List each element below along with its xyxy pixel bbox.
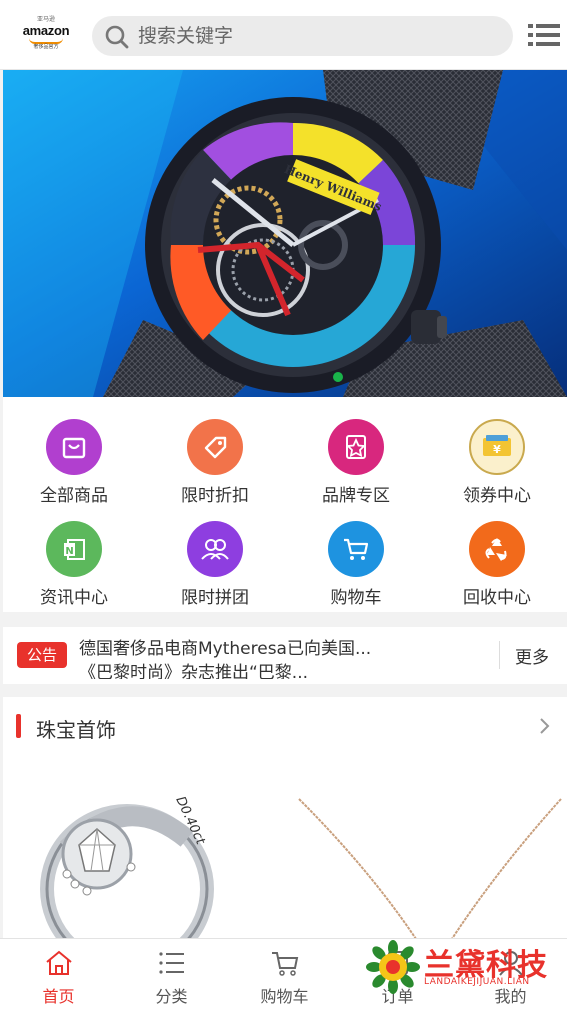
- category-grid: 全部商品 限时折扣 品牌专区 ¥ 领券中心 N 资讯中心 限时拼团 购物车 回收…: [3, 397, 567, 612]
- category-coupons[interactable]: ¥ 领券中心: [437, 419, 557, 511]
- logo-brand-text: amazon: [22, 23, 70, 38]
- category-label: 限时拼团: [181, 588, 249, 608]
- product-card-ring[interactable]: D0.40ct: [7, 759, 283, 959]
- search-bar[interactable]: [92, 16, 513, 56]
- list-icon: [158, 952, 184, 974]
- category-label: 资讯中心: [40, 588, 108, 608]
- category-label: 限时折扣: [181, 486, 249, 506]
- tab-label: 购物车: [260, 987, 309, 1006]
- tab-home[interactable]: 首页: [2, 949, 115, 1013]
- search-input[interactable]: [138, 22, 498, 50]
- home-icon: [45, 950, 72, 975]
- news-icon: N: [46, 521, 102, 577]
- section-accent-bar: [16, 714, 21, 738]
- recycle-icon: [469, 521, 525, 577]
- category-news[interactable]: N 资讯中心: [14, 521, 134, 613]
- announcement-more-link[interactable]: 更多: [515, 643, 549, 668]
- svg-text:N: N: [65, 546, 73, 557]
- category-all-products[interactable]: 全部商品: [14, 419, 134, 511]
- product-card-necklace[interactable]: [289, 759, 565, 959]
- necklace-image: [298, 798, 562, 959]
- announcement-line[interactable]: 《巴黎时尚》杂志推出“巴黎...: [79, 661, 479, 679]
- jewelry-section: 珠宝首饰 D0.40ct: [3, 697, 567, 959]
- app-page: 亚马逊 amazon 奢侈品官方 搜索关键字 Henry Williams 全部…: [0, 0, 567, 1018]
- menu-list-icon[interactable]: [528, 22, 560, 48]
- star-icon: [328, 419, 384, 475]
- tab-label: 分类: [155, 987, 188, 1006]
- watermark-subtitle: LANDAIKEJIJUAN.LIAN: [424, 977, 530, 987]
- category-label: 领券中心: [463, 486, 531, 506]
- category-label: 购物车: [330, 588, 382, 608]
- section-title: 珠宝首饰: [36, 718, 116, 742]
- category-label: 回收中心: [463, 588, 531, 608]
- shopping-bag-icon: [46, 419, 102, 475]
- category-discount[interactable]: 限时折扣: [155, 419, 275, 511]
- announcement-badge: 公告: [17, 642, 67, 668]
- category-group-buy[interactable]: 限时拼团: [155, 521, 275, 613]
- carousel-dot-active[interactable]: [333, 372, 343, 382]
- watermark-logo: 兰黛科技 LANDAIKEJIJUAN.LIAN: [366, 938, 562, 994]
- tab-cart[interactable]: 购物车: [228, 949, 341, 1013]
- tab-label: 首页: [42, 987, 75, 1006]
- tab-category[interactable]: 分类: [115, 949, 228, 1013]
- divider: [499, 641, 500, 669]
- coupon-icon: ¥: [469, 419, 525, 475]
- ring-image: D0.40ct: [40, 794, 214, 959]
- amazon-logo[interactable]: 亚马逊 amazon 奢侈品官方: [20, 16, 72, 52]
- category-label: 全部商品: [40, 486, 108, 506]
- category-cart[interactable]: 购物车: [296, 521, 416, 613]
- flower-emblem-icon: [366, 940, 420, 994]
- watch-image: Henry Williams: [3, 70, 567, 397]
- svg-text:¥: ¥: [493, 443, 501, 456]
- logo-sub-text: 奢侈品官方: [33, 44, 59, 50]
- category-brands[interactable]: 品牌专区: [296, 419, 416, 511]
- announcement-ticker[interactable]: 德国奢侈品电商Mytheresa已向美国... 《巴黎时尚》杂志推出“巴黎...: [79, 637, 479, 679]
- cart-icon: [271, 952, 298, 976]
- top-header: 亚马逊 amazon 奢侈品官方: [0, 0, 567, 70]
- category-recycle[interactable]: 回收中心: [437, 521, 557, 613]
- group-icon: [187, 521, 243, 577]
- price-tag-icon: [187, 419, 243, 475]
- search-icon: [105, 25, 129, 49]
- chevron-right-icon[interactable]: [539, 717, 551, 735]
- category-label: 品牌专区: [322, 486, 390, 506]
- announcement-line[interactable]: 德国奢侈品电商Mytheresa已向美国...: [79, 637, 479, 661]
- announcement-bar: 公告 德国奢侈品电商Mytheresa已向美国... 《巴黎时尚》杂志推出“巴黎…: [3, 627, 567, 684]
- cart-icon: [328, 521, 384, 577]
- promo-banner[interactable]: Henry Williams: [3, 70, 567, 397]
